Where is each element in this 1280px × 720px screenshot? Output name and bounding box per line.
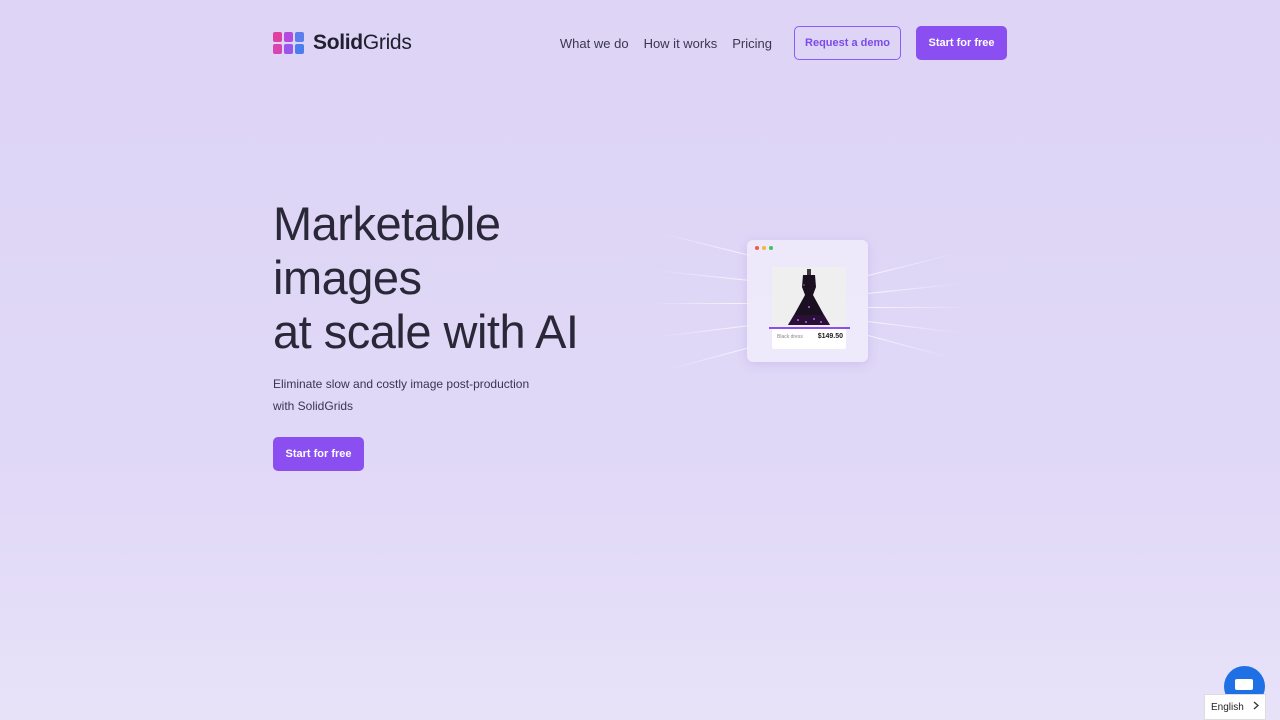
hero-title: Marketable images at scale with AI bbox=[273, 197, 633, 359]
product-price: $149.50 bbox=[817, 333, 843, 340]
product-tile: Black dress $149.50 bbox=[772, 267, 846, 349]
chevron-right-icon bbox=[1253, 701, 1259, 713]
light-ray bbox=[655, 325, 751, 338]
logo-grid-icon bbox=[273, 32, 305, 54]
browser-card: Black dress $149.50 bbox=[747, 240, 868, 362]
nav-link-pricing[interactable]: Pricing bbox=[732, 36, 772, 51]
brand-logo[interactable]: SolidGrids bbox=[273, 31, 412, 55]
chat-bubble-icon bbox=[1235, 679, 1253, 690]
logo-cell bbox=[273, 32, 282, 42]
request-demo-button[interactable]: Request a demo bbox=[794, 26, 901, 60]
main-nav: What we do How it works Pricing Request … bbox=[560, 26, 1007, 60]
light-ray bbox=[867, 283, 963, 294]
window-dot-green bbox=[769, 246, 773, 250]
site-header: SolidGrids What we do How it works Prici… bbox=[273, 24, 1007, 62]
nav-link-what-we-do[interactable]: What we do bbox=[560, 36, 629, 51]
hero-illustration: Black dress $149.50 bbox=[640, 225, 970, 385]
nav-link-how-it-works[interactable]: How it works bbox=[644, 36, 718, 51]
language-selector[interactable]: English bbox=[1204, 694, 1266, 720]
hero-subtitle: Eliminate slow and costly image post-pro… bbox=[273, 373, 543, 417]
product-name: Black dress bbox=[777, 333, 803, 340]
product-info: Black dress $149.50 bbox=[777, 333, 843, 340]
logo-cell bbox=[284, 44, 293, 54]
dress-image bbox=[788, 269, 830, 325]
logo-cell bbox=[284, 32, 293, 42]
light-ray bbox=[662, 347, 751, 372]
brand-name-light: Grids bbox=[362, 31, 412, 54]
light-ray bbox=[868, 307, 968, 308]
light-ray bbox=[867, 335, 956, 360]
brand-name-bold: Solid bbox=[313, 31, 363, 54]
logo-cell bbox=[273, 44, 282, 54]
light-ray bbox=[655, 270, 751, 281]
language-current: English bbox=[1211, 701, 1244, 713]
hero-title-line: at scale with AI bbox=[273, 305, 579, 358]
light-ray bbox=[650, 303, 750, 304]
brand-name: SolidGrids bbox=[313, 31, 412, 55]
header-start-free-button[interactable]: Start for free bbox=[916, 26, 1007, 60]
window-dot-red bbox=[755, 246, 759, 250]
window-dots bbox=[755, 246, 773, 250]
hero-title-line: Marketable bbox=[273, 197, 501, 250]
hero-title-line: images bbox=[273, 251, 422, 304]
logo-cell bbox=[295, 44, 304, 54]
light-ray bbox=[867, 321, 963, 334]
hero-start-free-button[interactable]: Start for free bbox=[273, 437, 364, 471]
light-ray bbox=[867, 253, 956, 276]
product-photo bbox=[772, 267, 846, 329]
hero-subtitle-line: Eliminate slow and costly image post-pro… bbox=[273, 377, 530, 391]
window-dot-yellow bbox=[762, 246, 766, 250]
hero-subtitle-line: with SolidGrids bbox=[273, 399, 354, 413]
scan-line bbox=[769, 327, 850, 329]
light-ray bbox=[662, 233, 751, 256]
logo-cell bbox=[295, 32, 304, 42]
